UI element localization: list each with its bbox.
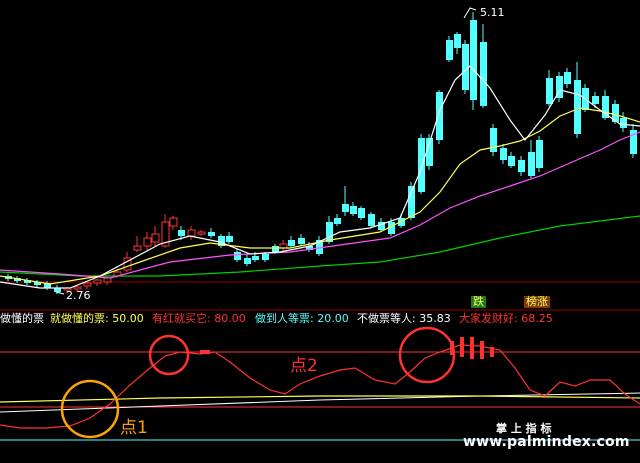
candle-body (418, 138, 425, 192)
candle-body (252, 256, 259, 260)
field-3-value: 20.00 (317, 312, 349, 325)
point2-circle-right (398, 326, 456, 384)
high-price-pointer (463, 7, 477, 19)
field-2-value: 80.00 (214, 312, 246, 325)
field-1-value: 50.00 (112, 312, 144, 325)
candle-body (326, 222, 333, 242)
candle-body (546, 78, 553, 104)
high-price-label: 5.11 (480, 6, 505, 19)
candle-body (178, 230, 185, 236)
candle-body (358, 208, 365, 218)
candle-body (470, 20, 477, 100)
candle-body (518, 160, 525, 172)
candle-body (574, 80, 581, 134)
field-4-value: 35.83 (419, 312, 451, 325)
candle-body (298, 238, 305, 244)
oscillator-line (0, 344, 640, 429)
candle-body (262, 254, 269, 260)
candles (5, 12, 637, 294)
field-1-label: 就做懂的票: (50, 312, 113, 325)
candle-body (226, 236, 233, 242)
candle-body (350, 206, 357, 214)
candle-body (151, 233, 160, 243)
indicator-field-1: 就做懂的票: 50.00 (50, 312, 144, 326)
candle-body (592, 96, 599, 104)
candle-body (436, 92, 443, 140)
ma5-line (0, 65, 640, 289)
candle-body (480, 42, 487, 106)
candle-body (508, 156, 515, 166)
watermark-url: www.palmindex.com (463, 434, 630, 450)
candle-body (208, 232, 215, 236)
candle-body (528, 152, 535, 176)
indicator-field-5: 大家发财好: 68.25 (459, 312, 553, 326)
rise-signal-tag: 榜涨 (524, 295, 550, 308)
candle-body (244, 258, 251, 264)
indicator-field-3: 做到人等票: 20.00 (255, 312, 349, 326)
candle-body (169, 217, 178, 227)
candle-body (143, 237, 152, 247)
candle-body (500, 148, 507, 160)
candle-body (234, 252, 241, 260)
candle-body (93, 279, 102, 284)
candle-body (462, 44, 469, 90)
ma20-line (0, 131, 640, 279)
candle-body (620, 118, 627, 128)
signal-block-1 (200, 350, 210, 354)
indicator-field-4: 不做票等人: 35.83 (357, 312, 451, 326)
candle-body (272, 246, 279, 252)
candle-body (602, 96, 609, 118)
candle-body (83, 282, 92, 287)
field-5-label: 大家发财好: (459, 312, 522, 325)
candle-body (334, 218, 341, 224)
candle-body (288, 240, 295, 246)
price-panel: 5.11 2.76 (0, 6, 640, 302)
candle-body (368, 214, 375, 226)
point2-label: 点2 (290, 356, 318, 376)
candle-body (103, 277, 112, 283)
field-4-label: 不做票等人: (357, 312, 420, 325)
ma10-line (0, 107, 640, 285)
candle-body (446, 40, 453, 60)
candle-body (536, 140, 543, 168)
stock-chart[interactable]: 5.11 2.76 (0, 0, 640, 463)
candle-body (197, 231, 206, 235)
candle-body (454, 34, 461, 48)
baseline-yellow-line (0, 395, 640, 403)
field-2-label: 有红就买它: (152, 312, 215, 325)
indicator-field-2: 有红就买它: 80.00 (152, 312, 246, 326)
field-5-value: 68.25 (521, 312, 553, 325)
indicator-name: 做懂的票 (0, 312, 44, 325)
candle-body (133, 245, 142, 251)
point1-label: 点1 (120, 418, 148, 438)
candle-body (342, 204, 349, 212)
low-price-label: 2.76 (66, 289, 91, 302)
candle-body (564, 72, 571, 84)
field-3-label: 做到人等票: (255, 312, 318, 325)
fall-signal-tag: 跌 (471, 295, 486, 308)
candle-body (187, 229, 196, 237)
